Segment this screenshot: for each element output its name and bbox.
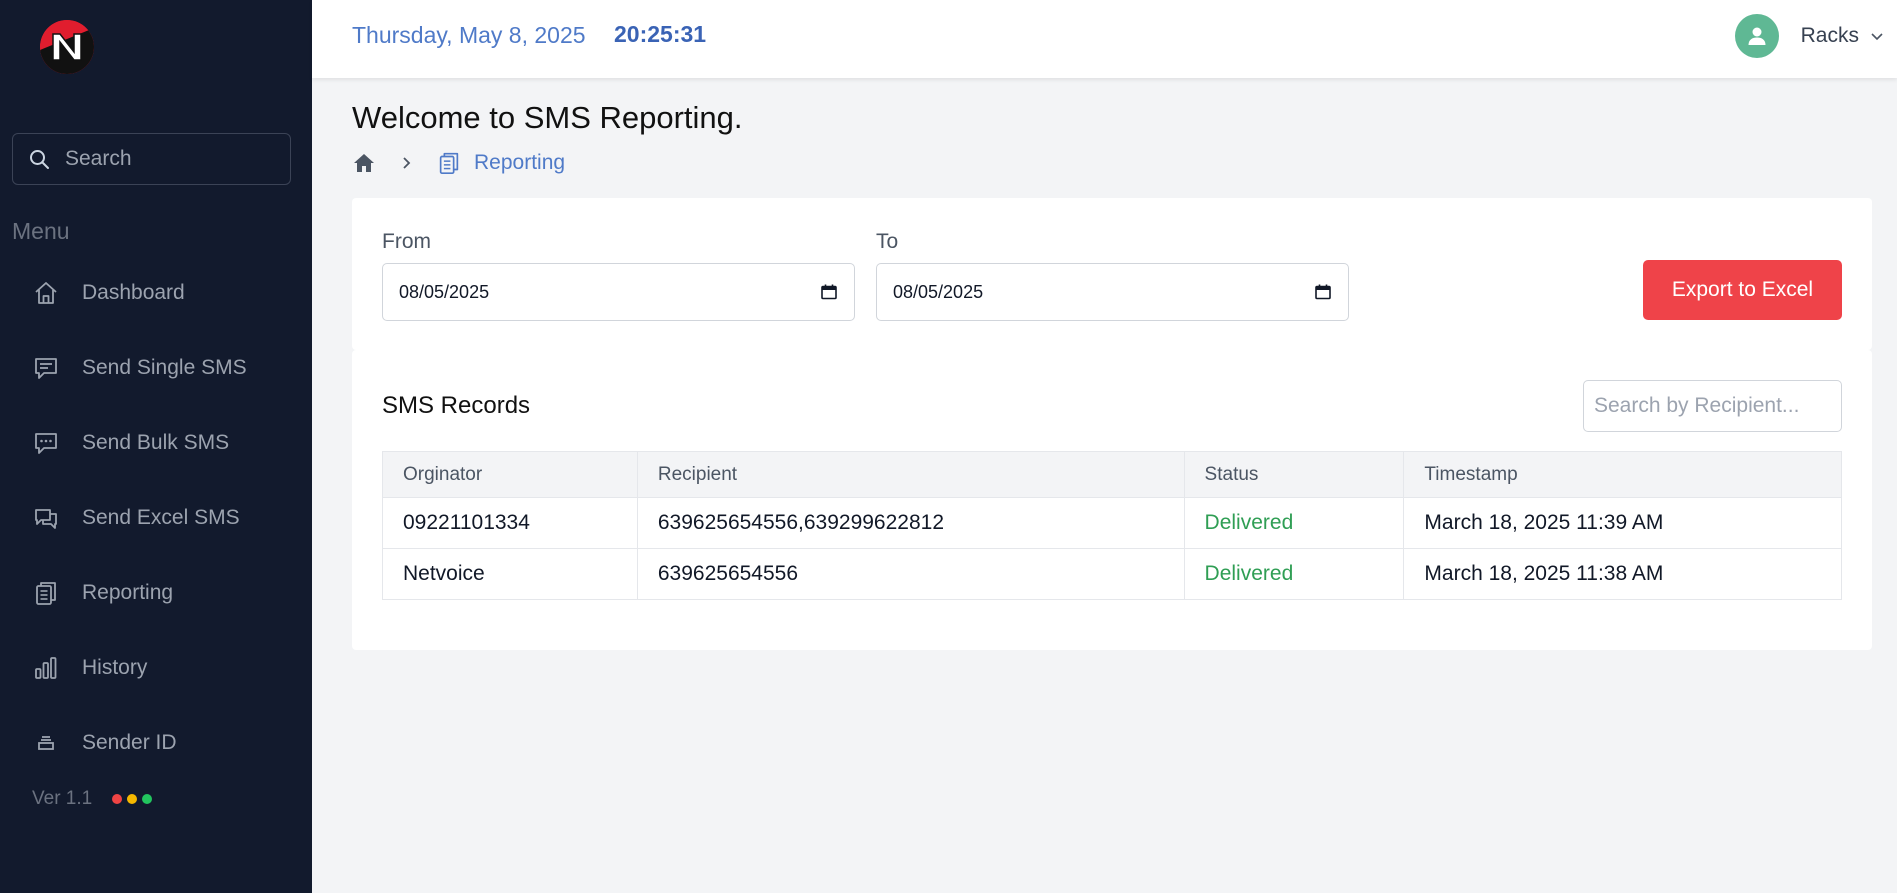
sidebar-item-send-bulk-sms[interactable]: Send Bulk SMS [0, 405, 312, 480]
yellow-dot-icon [127, 794, 138, 804]
red-dot-icon [112, 794, 123, 804]
from-date-input[interactable]: 08/05/2025 [382, 263, 855, 321]
status-badge: Delivered [1183, 497, 1405, 549]
from-label: From [382, 230, 431, 253]
cell-originator: Netvoice [382, 548, 638, 600]
status-dots [112, 794, 153, 804]
table-header-row: Orginator Recipient Status Timestamp [382, 451, 1842, 498]
current-time: 20:25:31 [614, 21, 707, 47]
sidebar-item-history[interactable]: History [0, 630, 312, 705]
home-icon [354, 154, 374, 172]
cell-recipient: 639625654556,639299622812 [636, 497, 1185, 549]
table-row[interactable]: Netvoice 639625654556 Delivered March 18… [382, 548, 1842, 600]
top-bar: Thursday, May 8, 2025 20:25:31 Racks [312, 0, 1897, 78]
sidebar-item-sender-id[interactable]: Sender ID [0, 705, 312, 780]
to-date-value: 08/05/2025 [893, 281, 984, 302]
logo-icon [40, 20, 94, 74]
records-table: Orginator Recipient Status Timestamp 092… [382, 451, 1842, 600]
sidebar-nav: Dashboard Send Single SMS Send Bulk SMS [0, 255, 312, 780]
export-to-excel-button[interactable]: Export to Excel [1643, 260, 1842, 320]
filter-card: From 08/05/2025 To 08/05/2025 Export to … [352, 198, 1872, 350]
user-icon [1748, 27, 1766, 45]
breadcrumb-home[interactable] [352, 151, 376, 175]
search-icon [30, 150, 49, 169]
to-date-input[interactable]: 08/05/2025 [876, 263, 1349, 321]
calendar-icon[interactable] [820, 283, 838, 301]
cell-originator: 09221101334 [382, 497, 638, 549]
menu-title: Menu [12, 218, 70, 244]
chat-dots-icon [35, 432, 57, 454]
version-label: Ver 1.1 [32, 788, 93, 809]
clipboard-list-icon [439, 152, 459, 175]
page-title: Welcome to SMS Reporting. [352, 100, 743, 135]
version-info: Ver 1.1 [32, 788, 153, 810]
sidebar-item-send-excel-sms[interactable]: Send Excel SMS [0, 480, 312, 555]
sidebar-item-label: Reporting [82, 580, 174, 604]
green-dot-icon [142, 794, 153, 804]
clipboard-list-icon [36, 581, 56, 605]
cell-recipient: 639625654556 [636, 548, 1185, 600]
calendar-icon[interactable] [1314, 283, 1332, 301]
cell-timestamp: March 18, 2025 11:38 AM [1403, 548, 1842, 600]
sidebar-search-label: Search [65, 147, 132, 170]
current-date: Thursday, May 8, 2025 [352, 22, 586, 48]
recipient-search-input[interactable] [1594, 394, 1830, 418]
sidebar-item-send-single-sms[interactable]: Send Single SMS [0, 330, 312, 405]
sidebar-item-label: Dashboard [82, 280, 185, 304]
sidebar-item-dashboard[interactable]: Dashboard [0, 255, 312, 330]
column-header-timestamp[interactable]: Timestamp [1403, 451, 1842, 498]
sidebar-item-label: Send Excel SMS [82, 505, 240, 529]
breadcrumb-current[interactable]: Reporting [474, 151, 565, 175]
chat-lines-icon [35, 357, 57, 379]
breadcrumb-separator [376, 155, 414, 171]
breadcrumb-reporting-icon-wrap [414, 150, 462, 176]
records-card: SMS Records Orginator Recipient Status T… [352, 350, 1872, 650]
app-logo[interactable] [40, 20, 94, 74]
column-header-status[interactable]: Status [1183, 451, 1405, 498]
bar-chart-icon [35, 656, 57, 679]
column-header-originator[interactable]: Orginator [382, 451, 638, 498]
sidebar-item-label: Sender ID [82, 730, 177, 754]
table-row[interactable]: 09221101334 639625654556,639299622812 De… [382, 497, 1842, 549]
sidebar: Search Menu Dashboard Send Single SMS Se… [0, 0, 312, 893]
avatar [1734, 14, 1779, 58]
to-label: To [876, 230, 899, 253]
column-header-recipient[interactable]: Recipient [636, 451, 1185, 498]
chevron-right-icon [403, 157, 411, 169]
chevron-down-icon [1871, 33, 1883, 41]
recipient-search[interactable] [1583, 380, 1842, 432]
sidebar-item-label: History [82, 655, 148, 679]
home-outline-icon [35, 281, 57, 304]
status-badge: Delivered [1183, 548, 1405, 600]
from-date-value: 08/05/2025 [399, 281, 490, 302]
sidebar-search[interactable]: Search [12, 133, 291, 185]
sidebar-item-label: Send Single SMS [82, 355, 247, 379]
sidebar-item-reporting[interactable]: Reporting [0, 555, 312, 630]
records-title: SMS Records [382, 392, 531, 419]
cell-timestamp: March 18, 2025 11:39 AM [1403, 497, 1842, 549]
chat-double-icon [35, 508, 57, 529]
breadcrumb: Reporting [352, 150, 565, 176]
user-menu[interactable]: Racks [1734, 14, 1885, 58]
sidebar-item-label: Send Bulk SMS [82, 430, 230, 454]
username: Racks [1800, 24, 1859, 47]
stack-icon [38, 735, 54, 750]
